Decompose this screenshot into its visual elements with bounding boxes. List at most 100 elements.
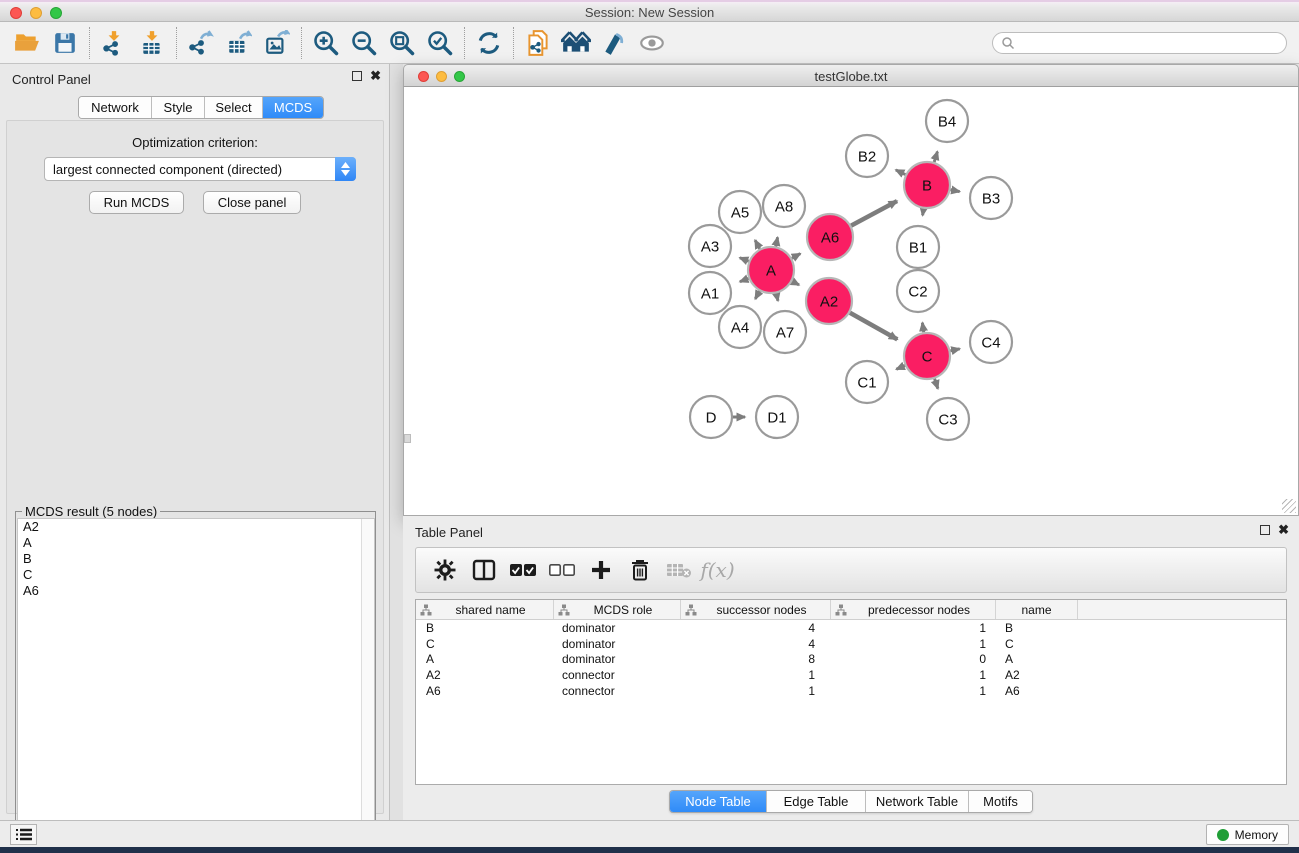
columns-icon[interactable] xyxy=(465,552,502,588)
graph-edge[interactable] xyxy=(851,201,897,226)
import-table-icon[interactable] xyxy=(133,26,171,60)
tab-style[interactable]: Style xyxy=(152,97,205,118)
deselect-all-icon[interactable] xyxy=(543,552,580,588)
search-field[interactable] xyxy=(992,32,1287,54)
graph-edge[interactable] xyxy=(896,366,905,370)
graph-edge[interactable] xyxy=(951,190,960,192)
table-cell[interactable]: 1 xyxy=(831,637,996,651)
table-cell[interactable]: B xyxy=(996,621,1078,635)
column-header[interactable]: shared name xyxy=(416,600,554,619)
tab-mcds[interactable]: MCDS xyxy=(263,97,323,118)
table-row[interactable]: A2connector11A2 xyxy=(416,667,1286,683)
zoom-in-icon[interactable] xyxy=(307,26,345,60)
graph-edge[interactable] xyxy=(792,254,800,259)
export-network-icon[interactable] xyxy=(182,26,220,60)
mcds-result-list[interactable]: A2ABCA6 xyxy=(17,518,375,853)
table-cell[interactable]: dominator xyxy=(554,652,681,666)
table-cell[interactable]: B xyxy=(416,621,554,635)
table-cell[interactable]: dominator xyxy=(554,621,681,635)
search-input[interactable] xyxy=(1015,36,1278,50)
result-item[interactable]: A xyxy=(18,535,374,551)
graph-edge[interactable] xyxy=(896,170,906,175)
table-cell[interactable]: A xyxy=(996,652,1078,666)
table-cell[interactable]: A xyxy=(416,652,554,666)
table-cell[interactable]: A2 xyxy=(996,668,1078,682)
graph-edge[interactable] xyxy=(850,313,897,340)
network-canvas[interactable]: AA1A2A3A4A5A6A7A8BB1B2B3B4CC1C2C3C4DD1 xyxy=(403,87,1299,516)
open-folder-icon[interactable] xyxy=(8,26,46,60)
column-header[interactable]: predecessor nodes xyxy=(831,600,996,619)
result-item[interactable]: C xyxy=(18,567,374,583)
table-cell[interactable]: 8 xyxy=(681,652,831,666)
table-cell[interactable]: C xyxy=(416,637,554,651)
graph-edge[interactable] xyxy=(776,237,778,246)
result-item[interactable]: B xyxy=(18,551,374,567)
task-history-button[interactable] xyxy=(10,824,37,845)
table-cell[interactable]: connector xyxy=(554,684,681,698)
table-cell[interactable]: 1 xyxy=(681,668,831,682)
table-cell[interactable]: 0 xyxy=(831,652,996,666)
result-item[interactable]: A2 xyxy=(18,519,374,535)
graph-edge[interactable] xyxy=(740,278,749,281)
add-icon[interactable] xyxy=(582,552,619,588)
close-panel-button[interactable]: Close panel xyxy=(203,191,302,214)
tab-edge-table[interactable]: Edge Table xyxy=(767,791,866,812)
zoom-selected-icon[interactable] xyxy=(421,26,459,60)
table-cell[interactable]: 1 xyxy=(681,684,831,698)
run-mcds-button[interactable]: Run MCDS xyxy=(89,191,185,214)
tab-network[interactable]: Network xyxy=(79,97,152,118)
export-image-icon[interactable] xyxy=(258,26,296,60)
table-row[interactable]: Cdominator41C xyxy=(416,636,1286,652)
style-brush-icon[interactable] xyxy=(595,26,633,60)
table-cell[interactable]: connector xyxy=(554,668,681,682)
close-table-panel-icon[interactable]: ✖ xyxy=(1278,525,1289,535)
tab-motifs[interactable]: Motifs xyxy=(969,791,1032,812)
graph-edge[interactable] xyxy=(740,258,749,261)
graph-edge[interactable] xyxy=(755,291,759,299)
result-item[interactable]: A6 xyxy=(18,583,374,599)
graph-edge[interactable] xyxy=(792,281,799,285)
graph-edge[interactable] xyxy=(934,152,937,163)
zoom-fit-icon[interactable] xyxy=(383,26,421,60)
tab-select[interactable]: Select xyxy=(205,97,263,118)
tab-node-table[interactable]: Node Table xyxy=(670,791,767,812)
network-graph[interactable]: AA1A2A3A4A5A6A7A8BB1B2B3B4CC1C2C3C4DD1 xyxy=(404,87,1298,514)
graph-edge[interactable] xyxy=(950,349,959,351)
graph-edge[interactable] xyxy=(776,293,778,300)
table-cell[interactable]: A6 xyxy=(996,684,1078,698)
memory-button[interactable]: Memory xyxy=(1206,824,1289,845)
import-network-icon[interactable] xyxy=(95,26,133,60)
table-row[interactable]: Adominator80A xyxy=(416,651,1286,667)
table-cell[interactable]: A6 xyxy=(416,684,554,698)
table-cell[interactable]: 4 xyxy=(681,637,831,651)
export-table-icon[interactable] xyxy=(220,26,258,60)
table-cell[interactable]: dominator xyxy=(554,637,681,651)
close-panel-icon[interactable]: ✖ xyxy=(370,71,381,81)
select-all-icon[interactable] xyxy=(504,552,541,588)
result-scrollbar[interactable] xyxy=(361,519,374,853)
graph-edge[interactable] xyxy=(755,240,760,249)
table-row[interactable]: Bdominator41B xyxy=(416,620,1286,636)
delete-icon[interactable] xyxy=(621,552,658,588)
table-cell[interactable]: 1 xyxy=(831,621,996,635)
table-cell[interactable]: C xyxy=(996,637,1078,651)
table-cell[interactable]: 4 xyxy=(681,621,831,635)
refresh-icon[interactable] xyxy=(470,26,508,60)
column-header[interactable]: MCDS role xyxy=(554,600,681,619)
save-icon[interactable] xyxy=(46,26,84,60)
float-table-panel-icon[interactable] xyxy=(1260,525,1270,535)
tab-network-table[interactable]: Network Table xyxy=(866,791,969,812)
graph-edge[interactable] xyxy=(935,379,938,389)
graph-edge[interactable] xyxy=(923,209,924,216)
window-resize-grip[interactable] xyxy=(1282,499,1296,513)
table-cell[interactable]: A2 xyxy=(416,668,554,682)
home-icon[interactable] xyxy=(557,26,595,60)
clone-network-icon[interactable] xyxy=(519,26,557,60)
column-header[interactable]: successor nodes xyxy=(681,600,831,619)
graph-edge[interactable] xyxy=(922,323,923,333)
network-window-titlebar[interactable]: testGlobe.txt xyxy=(403,64,1299,87)
zoom-out-icon[interactable] xyxy=(345,26,383,60)
column-header[interactable]: name xyxy=(996,600,1078,619)
table-cell[interactable]: 1 xyxy=(831,684,996,698)
criterion-dropdown[interactable]: largest connected component (directed) xyxy=(44,157,356,181)
